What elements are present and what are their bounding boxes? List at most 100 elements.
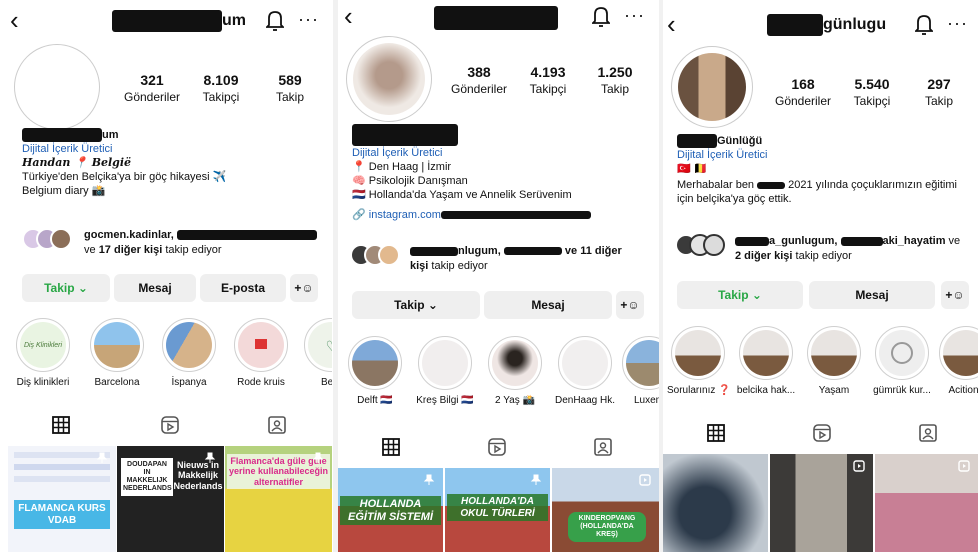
heart-icon: ♡ <box>324 338 332 354</box>
follow-button[interactable]: Takip ⌄ <box>22 274 110 302</box>
category-label: Dijital İçerik Üretici <box>352 147 443 159</box>
display-name: um <box>22 128 226 143</box>
highlight[interactable]: ♡ Belg <box>300 318 332 388</box>
message-button[interactable]: Mesaj <box>114 274 196 302</box>
message-button[interactable]: Mesaj <box>809 281 935 309</box>
add-person-button[interactable]: +☺ <box>941 281 969 309</box>
grid-icon <box>52 416 70 434</box>
avatar[interactable] <box>14 44 100 130</box>
pin-icon <box>423 474 435 485</box>
highlight[interactable]: Rode kruis <box>230 318 292 388</box>
stat-posts[interactable]: 168 Gönderiler <box>763 76 843 108</box>
back-icon[interactable]: ‹ <box>344 2 353 30</box>
reels-badge-icon <box>639 474 651 486</box>
back-icon[interactable]: ‹ <box>10 6 19 34</box>
highlight[interactable]: Acitions <box>935 326 978 396</box>
profile-tabs <box>338 434 659 464</box>
highlight[interactable]: gümrük kur... <box>871 326 933 396</box>
grid-tab[interactable] <box>46 412 76 438</box>
back-icon[interactable]: ‹ <box>667 10 676 38</box>
bio-line: 📍 Den Haag | İzmir <box>352 161 452 173</box>
bio-line: 🇳🇱 Hollanda'da Yaşam ve Annelik Serüveni… <box>352 189 572 201</box>
pin-icon <box>204 452 216 463</box>
highlight[interactable]: Luxem <box>618 336 659 406</box>
reels-tab[interactable] <box>482 434 512 460</box>
stat-following[interactable]: 297 Takip <box>899 76 978 108</box>
post-thumbnail[interactable] <box>770 454 873 552</box>
grid-icon <box>382 438 400 456</box>
category-label: Dijital İçerik Üretici <box>22 143 113 156</box>
avatar[interactable] <box>346 36 432 122</box>
display-name: Günlüğü <box>677 134 957 149</box>
more-icon[interactable]: ··· <box>624 4 645 26</box>
highlight[interactable]: Barcelona <box>86 318 148 388</box>
profile-tabs <box>663 420 978 450</box>
pin-icon <box>96 452 108 463</box>
add-person-icon: +☺ <box>294 281 314 295</box>
grid-icon <box>707 424 725 442</box>
follow-button[interactable]: Takip ⌄ <box>677 281 803 309</box>
bio-link[interactable]: 🔗 instagram.com <box>352 208 591 222</box>
grid-tab[interactable] <box>376 434 406 460</box>
reels-badge-icon <box>958 460 970 472</box>
stat-followers[interactable]: 8.109 Takipçi <box>181 72 261 104</box>
bell-icon[interactable] <box>266 9 284 31</box>
grid-tab[interactable] <box>701 420 731 446</box>
highlight[interactable]: belcika hak... <box>735 326 797 396</box>
post-thumbnail[interactable]: FLAMANCA KURS VDAB <box>8 446 116 552</box>
profile-panel-2: ‹ ··· 388 Gönderiler 4.193 Takipçi 1.250… <box>338 0 659 552</box>
highlight[interactable]: Yaşam <box>803 326 865 396</box>
message-button[interactable]: Mesaj <box>484 291 612 319</box>
stat-following[interactable]: 1.250 Takip <box>575 64 655 96</box>
highlight[interactable]: İspanya <box>158 318 220 388</box>
add-person-button[interactable]: +☺ <box>290 274 318 302</box>
display-name <box>352 124 591 146</box>
tagged-icon <box>268 416 286 434</box>
followed-by[interactable]: a_gunlugum, aki_hayatim ve 2 diğer kişi … <box>675 234 975 262</box>
bio: Günlüğü Dijital İçerik Üretici 🇹🇷 🇧🇪 Mer… <box>677 134 957 206</box>
highlight[interactable]: Sorularınız ❓ <box>667 326 731 396</box>
bell-icon[interactable] <box>915 13 933 35</box>
reels-icon <box>813 424 831 442</box>
avatar[interactable] <box>671 46 753 128</box>
more-icon[interactable]: ··· <box>947 12 968 34</box>
followed-by[interactable]: gocmen.kadinlar, ve 17 diğer kişi takip … <box>22 228 328 256</box>
bell-icon[interactable] <box>592 5 610 27</box>
category-label: Dijital İçerik Üretici <box>677 149 768 162</box>
reels-tab[interactable] <box>807 420 837 446</box>
stat-posts[interactable]: 321 Gönderiler <box>112 72 192 104</box>
add-person-button[interactable]: +☺ <box>616 291 644 319</box>
bio-line: Türkiye'den Belçika'ya bir göç hikayesi … <box>22 171 227 184</box>
highlight[interactable]: Diş Klinikleri Diş klinikleri <box>12 318 74 388</box>
more-icon[interactable]: ··· <box>298 8 319 30</box>
flags: 🇹🇷 🇧🇪 <box>677 163 708 176</box>
follower-avatars <box>350 244 406 270</box>
highlight[interactable]: Kreş Bilgi 🇳🇱 <box>414 336 476 406</box>
highlight[interactable]: DenHaag Hk. <box>554 336 616 406</box>
tagged-tab[interactable] <box>262 412 292 438</box>
top-bar: ‹ um ··· <box>0 6 332 36</box>
bio-line: 🧠 Psikolojik Danışman <box>352 175 468 187</box>
post-thumbnail[interactable]: KINDEROPVANG (HOLLANDA'DA KREŞ) <box>552 468 659 552</box>
tagged-tab[interactable] <box>588 434 618 460</box>
post-thumbnail[interactable] <box>663 454 768 552</box>
highlight[interactable]: Delft 🇳🇱 <box>344 336 406 406</box>
tagged-tab[interactable] <box>913 420 943 446</box>
reels-icon <box>488 438 506 456</box>
follower-avatars <box>22 228 78 252</box>
followed-by[interactable]: nlugum, ve 11 diğer kişi takip ediyor <box>350 244 655 272</box>
follow-button[interactable]: Takip ⌄ <box>352 291 480 319</box>
post-thumbnail[interactable] <box>875 454 978 552</box>
reels-icon <box>161 416 179 434</box>
stat-following[interactable]: 589 Takip <box>250 72 330 104</box>
stat-posts[interactable]: 388 Gönderiler <box>439 64 519 96</box>
post-thumbnail[interactable]: HOLLANDA'DA OKUL TÜRLERİ <box>445 468 550 552</box>
profile-tabs <box>0 412 332 442</box>
bio-line: Handan 📍 België <box>22 156 132 170</box>
post-thumbnail[interactable]: HOLLANDA EĞİTİM SİSTEMİ <box>338 468 443 552</box>
highlight[interactable]: 2 Yaş 📸 <box>484 336 546 406</box>
post-thumbnail[interactable]: DOUDAPAN IN MAKKELIJK NEDERLANDS Nieuws … <box>117 446 224 552</box>
post-thumbnail[interactable]: Flamanca'da güle güle yerine kullanabile… <box>225 446 332 552</box>
email-button[interactable]: E-posta <box>200 274 286 302</box>
reels-tab[interactable] <box>155 412 185 438</box>
